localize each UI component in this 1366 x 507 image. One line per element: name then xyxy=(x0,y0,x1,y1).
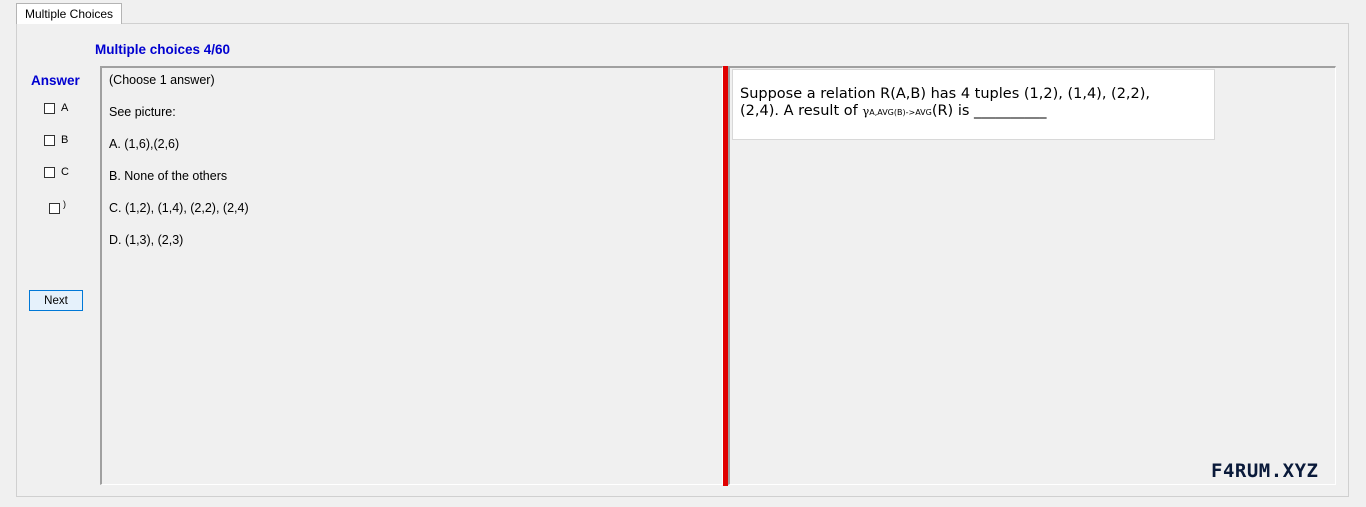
question-picture: Suppose a relation R(A,B) has 4 tuples (… xyxy=(732,69,1215,140)
choice-c-text: C. (1,2), (1,4), (2,2), (2,4) xyxy=(109,201,249,215)
picture-line-2-pre: (2,4). A result of xyxy=(740,103,863,119)
checkbox-b[interactable] xyxy=(44,134,55,146)
answer-option-label: B xyxy=(61,134,69,146)
answer-heading: Answer xyxy=(31,73,80,88)
answer-option-label: C xyxy=(61,166,69,178)
answer-option-a[interactable]: A xyxy=(44,101,68,115)
question-text-panel[interactable]: (Choose 1 answer) See picture: A. (1,6),… xyxy=(100,66,723,485)
question-counter: Multiple choices 4/60 xyxy=(95,42,231,57)
question-instruction: (Choose 1 answer) xyxy=(109,73,215,87)
answer-option-c[interactable]: C xyxy=(44,165,69,179)
checkbox-a[interactable] xyxy=(44,102,55,114)
watermark: F4RUM.XYZ xyxy=(1211,460,1319,482)
picture-line-1: Suppose a relation R(A,B) has 4 tuples (… xyxy=(740,86,1151,102)
checkbox-d[interactable] xyxy=(49,202,60,214)
answer-option-label: ) xyxy=(63,199,66,209)
answer-option-b[interactable]: B xyxy=(44,133,68,147)
choice-d-text: D. (1,3), (2,3) xyxy=(109,233,184,247)
choice-b-text: B. None of the others xyxy=(109,169,228,183)
checkbox-c[interactable] xyxy=(44,166,55,178)
gamma-subscript: A,AVG(B)->AVG xyxy=(869,108,932,117)
tab-multiple-choices[interactable]: Multiple Choices xyxy=(16,3,123,24)
answer-option-label: A xyxy=(61,102,69,114)
choice-a-text: A. (1,6),(2,6) xyxy=(109,137,180,151)
picture-line-2-post: (R) is __________ xyxy=(931,103,1047,119)
answer-option-d[interactable]: ) xyxy=(49,199,66,215)
picture-line-2: (2,4). A result of γA,AVG(B)->AVG(R) is … xyxy=(740,103,1214,121)
question-prompt: See picture: xyxy=(109,105,176,119)
question-image-panel[interactable]: Suppose a relation R(A,B) has 4 tuples (… xyxy=(728,66,1336,485)
next-button[interactable]: Next xyxy=(29,290,83,311)
